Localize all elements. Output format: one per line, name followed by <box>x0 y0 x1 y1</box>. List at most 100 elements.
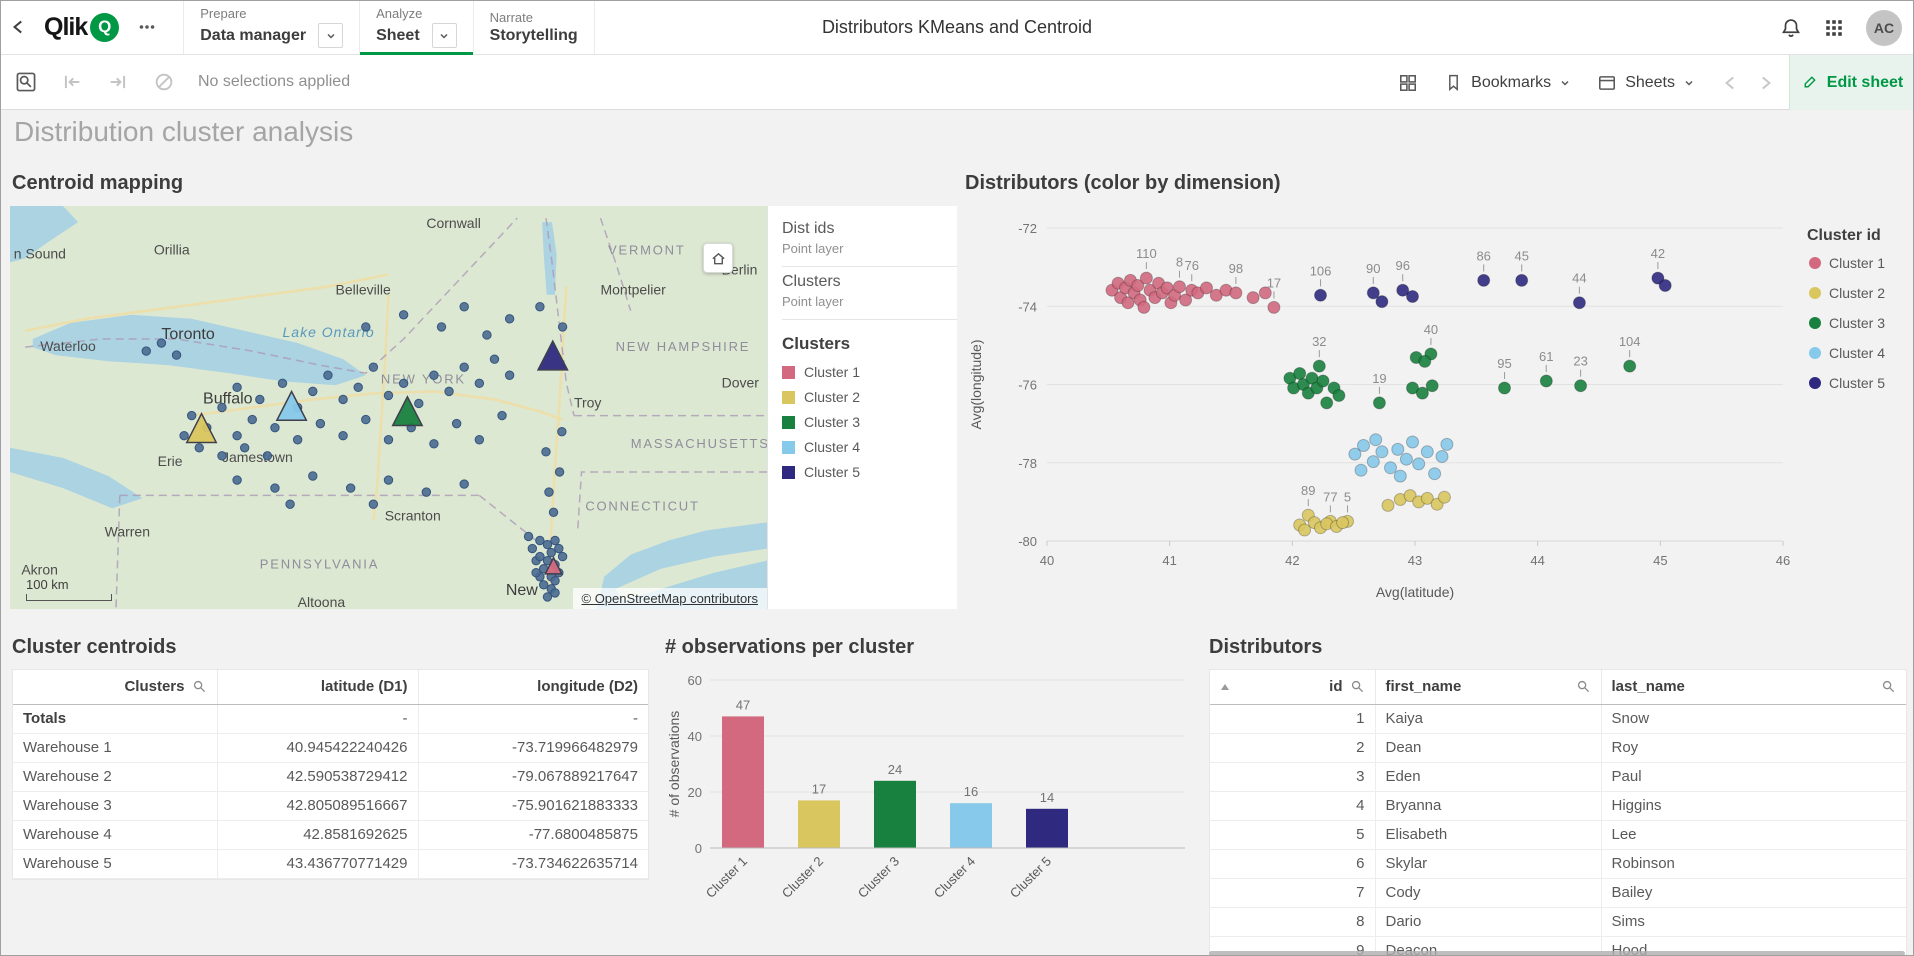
map-point[interactable] <box>278 379 286 387</box>
table-cell[interactable]: Kaiya <box>1375 704 1601 733</box>
map-point[interactable] <box>324 371 332 379</box>
table-cell[interactable]: 42.8581692625 <box>217 820 418 849</box>
map-point[interactable] <box>415 399 423 407</box>
map-canvas[interactable]: n SoundOrilliaCornwallVERMONTBerlinMontp… <box>10 206 767 609</box>
map-point[interactable] <box>475 436 483 444</box>
scatter-point[interactable] <box>1367 456 1379 468</box>
map-point[interactable] <box>233 476 241 484</box>
map-legend-item[interactable]: Cluster 2 <box>782 389 957 405</box>
map-legend-item[interactable]: Cluster 4 <box>782 439 957 455</box>
scatter-point[interactable] <box>1394 470 1406 482</box>
map-point[interactable] <box>422 488 430 496</box>
map[interactable]: n SoundOrilliaCornwallVERMONTBerlinMontp… <box>10 206 767 609</box>
map-point[interactable] <box>346 484 354 492</box>
map-point[interactable] <box>263 452 271 460</box>
table-cell[interactable]: 6 <box>1210 849 1375 878</box>
menu-narrate[interactable]: Narrate Storytelling <box>473 0 595 54</box>
table-cell[interactable]: Warehouse 4 <box>13 820 217 849</box>
map-point[interactable] <box>309 387 317 395</box>
map-point[interactable] <box>309 472 317 480</box>
table-row[interactable]: Warehouse 342.805089516667-75.9016218833… <box>13 791 648 820</box>
table-cell[interactable]: -73.719966482979 <box>418 733 648 762</box>
table-cell[interactable]: 3 <box>1210 762 1375 791</box>
map-point[interactable] <box>460 480 468 488</box>
bar-category-label[interactable]: Cluster 3 <box>855 854 902 901</box>
table-cell[interactable]: Robinson <box>1601 849 1906 878</box>
table-cell[interactable]: -77.6800485875 <box>418 820 648 849</box>
scatter-point[interactable] <box>1429 468 1441 480</box>
table-cell[interactable]: Warehouse 3 <box>13 791 217 820</box>
scatter-point[interactable] <box>1438 491 1450 503</box>
step-back-button[interactable] <box>52 62 92 102</box>
bar[interactable] <box>1026 809 1068 848</box>
map-point[interactable] <box>195 444 203 452</box>
search-icon[interactable] <box>192 679 207 694</box>
bar[interactable] <box>722 716 764 848</box>
scatter-point[interactable] <box>1230 287 1242 299</box>
objects-grid-button[interactable] <box>1398 73 1418 93</box>
table-cell[interactable]: 8 <box>1210 907 1375 936</box>
legend-marker[interactable] <box>1809 317 1821 329</box>
map-point[interactable] <box>233 383 241 391</box>
table-cell[interactable]: -75.901621883333 <box>418 791 648 820</box>
scatter-point[interactable] <box>1382 499 1394 511</box>
scatter-point[interactable] <box>1355 464 1367 476</box>
map-point[interactable] <box>271 423 279 431</box>
legend-marker[interactable] <box>1809 347 1821 359</box>
scatter-point[interactable] <box>1247 292 1259 304</box>
map-legend-item[interactable]: Cluster 1 <box>782 364 957 380</box>
table-cell[interactable]: -73.734622635714 <box>418 849 648 878</box>
map-point[interactable] <box>483 331 491 339</box>
map-point[interactable] <box>256 395 264 403</box>
scatter-point[interactable] <box>1419 355 1431 367</box>
user-avatar[interactable]: AC <box>1866 10 1902 46</box>
table-cell[interactable]: Warehouse 5 <box>13 849 217 878</box>
qlik-logo[interactable]: Qlik Q <box>38 0 125 54</box>
legend-label[interactable]: Cluster 4 <box>1829 345 1885 361</box>
scatter-point[interactable] <box>1376 296 1388 308</box>
map-point[interactable] <box>528 544 536 552</box>
map-point[interactable] <box>505 315 513 323</box>
map-point[interactable] <box>558 552 566 560</box>
table-cell[interactable]: 42.805089516667 <box>217 791 418 820</box>
map-point[interactable] <box>218 452 226 460</box>
bar[interactable] <box>874 781 916 848</box>
table-row[interactable]: 3EdenPaul <box>1210 762 1906 791</box>
map-legend-item[interactable]: Cluster 5 <box>782 464 957 480</box>
table-cell[interactable]: Roy <box>1601 733 1906 762</box>
table-cell[interactable]: Skylar <box>1375 849 1601 878</box>
next-sheet-button[interactable] <box>1755 73 1775 93</box>
map-point[interactable] <box>369 363 377 371</box>
scatter-point[interactable] <box>1441 438 1453 450</box>
map-point[interactable] <box>362 323 370 331</box>
table-cell[interactable]: 4 <box>1210 791 1375 820</box>
scatter-point[interactable] <box>1315 289 1327 301</box>
column-header[interactable]: first_name <box>1375 670 1601 704</box>
map-point[interactable] <box>475 379 483 387</box>
scatter-point[interactable] <box>1478 274 1490 286</box>
legend-label[interactable]: Cluster 2 <box>1829 285 1885 301</box>
table-row[interactable]: 4BryannaHiggins <box>1210 791 1906 820</box>
table-row[interactable]: 2DeanRoy <box>1210 733 1906 762</box>
bar-category-label[interactable]: Cluster 2 <box>779 854 826 901</box>
scatter-point[interactable] <box>1294 368 1306 380</box>
table-row[interactable]: Warehouse 543.436770771429-73.7346226357… <box>13 849 648 878</box>
map-point[interactable] <box>233 432 241 440</box>
table-cell[interactable]: Bailey <box>1601 878 1906 907</box>
map-point[interactable] <box>536 536 544 544</box>
map-point[interactable] <box>240 444 248 452</box>
table-cell[interactable]: Lee <box>1601 820 1906 849</box>
bar-category-label[interactable]: Cluster 1 <box>703 854 750 901</box>
legend-label[interactable]: Cluster 3 <box>1829 315 1885 331</box>
map-point[interactable] <box>555 544 563 552</box>
scatter-point[interactable] <box>1624 360 1636 372</box>
map-point[interactable] <box>490 355 498 363</box>
map-point[interactable] <box>399 311 407 319</box>
map-point[interactable] <box>551 577 559 585</box>
scatter-point[interactable] <box>1140 272 1152 284</box>
map-point[interactable] <box>218 403 226 411</box>
map-point[interactable] <box>445 387 453 395</box>
map-point[interactable] <box>399 379 407 387</box>
table-cell[interactable]: 42.590538729412 <box>217 762 418 791</box>
table-cell[interactable]: 40.945422240426 <box>217 733 418 762</box>
